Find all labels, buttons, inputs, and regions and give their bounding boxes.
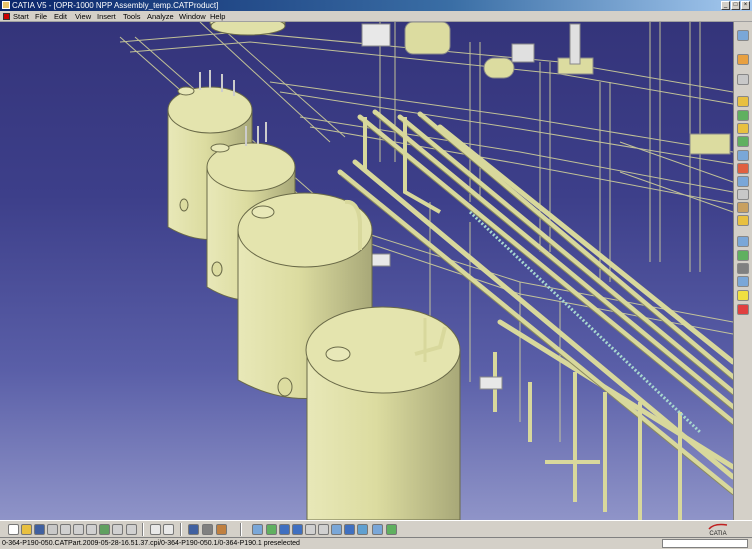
section-icon[interactable] (737, 176, 749, 187)
fix-icon[interactable] (737, 123, 749, 134)
constraint-icon[interactable] (737, 96, 749, 107)
command-input[interactable] (662, 539, 748, 548)
menu-view[interactable]: View (75, 11, 91, 22)
menu-bar: Start File Edit View Insert Tools Analyz… (0, 11, 752, 22)
undo-icon[interactable] (99, 524, 110, 535)
fly-mode-icon[interactable] (252, 524, 263, 535)
new-icon[interactable] (8, 524, 19, 535)
sketcher-icon[interactable] (737, 30, 749, 41)
explode-icon[interactable] (737, 150, 749, 161)
3d-viewport[interactable] (0, 22, 733, 520)
render-style-icon[interactable] (357, 524, 368, 535)
redo-icon[interactable] (112, 524, 123, 535)
menu-start[interactable]: Start (13, 11, 29, 22)
start-menu-icon (3, 13, 10, 20)
status-bar: 0-364-P190-050.CATPart.2009-05-28-16.51.… (0, 537, 752, 549)
close-icon[interactable]: × (741, 1, 750, 10)
apply-material-icon[interactable] (216, 524, 227, 535)
comment-icon[interactable] (163, 524, 174, 535)
annotation-icon[interactable] (737, 263, 749, 274)
window-controls: _ □ × (721, 1, 750, 10)
product-icon[interactable] (737, 110, 749, 121)
window-title: CATIA V5 - [OPR-1000 NPP Assembly_temp.C… (12, 1, 219, 10)
delete-icon[interactable] (737, 304, 749, 315)
swap-visible-icon[interactable] (386, 524, 397, 535)
measure-tool-icon[interactable] (202, 524, 213, 535)
light-icon[interactable] (737, 290, 749, 301)
catia-logo: CATIA (708, 523, 728, 538)
menu-analyze[interactable]: Analyze (147, 11, 174, 22)
pan-icon[interactable] (279, 524, 290, 535)
fit-all-icon[interactable] (266, 524, 277, 535)
catia-app-icon[interactable] (2, 1, 10, 9)
plant-model-render (119, 22, 733, 520)
title-bar: CATIA V5 - [OPR-1000 NPP Assembly_temp.C… (0, 0, 752, 11)
whats-this-icon[interactable] (126, 524, 137, 535)
catia-window: CATIA V5 - [OPR-1000 NPP Assembly_temp.C… (0, 0, 752, 549)
formula-icon[interactable] (150, 524, 161, 535)
scene-icon[interactable] (737, 250, 749, 261)
paste-icon[interactable] (86, 524, 97, 535)
status-message: 0-364-P190-050.CATPart.2009-05-28-16.51.… (2, 540, 300, 547)
maximize-icon[interactable]: □ (731, 1, 740, 10)
menu-edit[interactable]: Edit (54, 11, 67, 22)
zoom-out-icon[interactable] (318, 524, 329, 535)
zoom-in-icon[interactable] (305, 524, 316, 535)
tank-1 (209, 22, 286, 36)
rotate-icon[interactable] (292, 524, 303, 535)
minimize-icon[interactable]: _ (721, 1, 730, 10)
part-design-icon[interactable] (737, 54, 749, 65)
right-toolbar (733, 22, 752, 520)
snap-icon[interactable] (737, 136, 749, 147)
menu-insert[interactable]: Insert (97, 11, 116, 22)
render-icon[interactable] (737, 276, 749, 287)
clash-icon[interactable] (737, 163, 749, 174)
catalog-icon[interactable] (737, 215, 749, 226)
quick-view-icon[interactable] (344, 524, 355, 535)
menu-file[interactable]: File (35, 11, 47, 22)
bill-of-material-icon[interactable] (737, 236, 749, 247)
hide-show-icon[interactable] (372, 524, 383, 535)
bottom-toolbar (0, 520, 752, 537)
menu-tools[interactable]: Tools (123, 11, 141, 22)
copy-icon[interactable] (73, 524, 84, 535)
open-icon[interactable] (21, 524, 32, 535)
catalog-browser-icon[interactable] (188, 524, 199, 535)
cut-icon[interactable] (60, 524, 71, 535)
menu-help[interactable]: Help (210, 11, 225, 22)
save-icon[interactable] (34, 524, 45, 535)
tank-5 (305, 306, 461, 520)
assembly-icon[interactable] (737, 74, 749, 85)
measure-icon[interactable] (737, 202, 749, 213)
normal-view-icon[interactable] (331, 524, 342, 535)
distance-icon[interactable] (737, 189, 749, 200)
catia-logo-mark (708, 523, 728, 530)
print-icon[interactable] (47, 524, 58, 535)
menu-window[interactable]: Window (179, 11, 206, 22)
